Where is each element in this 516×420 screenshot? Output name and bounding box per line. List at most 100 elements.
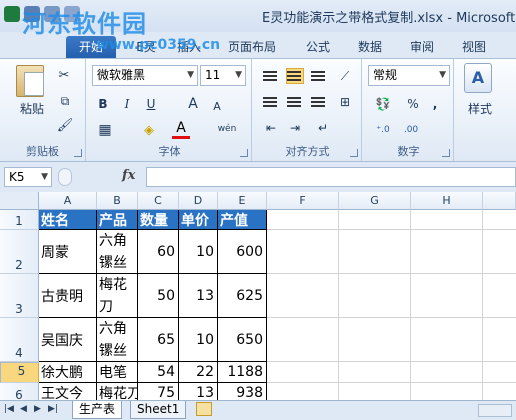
select-all-corner[interactable] [0, 192, 39, 210]
font-launcher-icon[interactable] [240, 149, 248, 157]
currency-icon[interactable]: 💱 [370, 95, 396, 113]
bold-button[interactable]: B [94, 95, 112, 113]
table-cell[interactable]: 22 [179, 362, 218, 383]
row-header-2[interactable]: 2 [0, 230, 39, 274]
italic-button[interactable]: I [118, 95, 136, 113]
tab-view[interactable]: 视图 [454, 36, 494, 58]
row-header-5[interactable]: 5 [0, 362, 39, 383]
table-cell[interactable]: 60 [138, 230, 179, 274]
table-cell[interactable]: 六角镙丝 [97, 318, 138, 362]
table-cell[interactable]: 54 [138, 362, 179, 383]
decrease-decimal-icon[interactable]: .00 [400, 121, 422, 139]
table-cell[interactable]: 13 [179, 274, 218, 318]
table-cell[interactable]: 10 [179, 230, 218, 274]
insert-function-icon[interactable]: fx [122, 168, 135, 183]
format-painter-icon[interactable]: 🖌 [56, 117, 74, 133]
row-header-6[interactable]: 6 [0, 383, 39, 400]
wrap-text-icon[interactable]: ↵ [310, 119, 336, 137]
column-header-a[interactable]: A [39, 192, 97, 210]
table-cell[interactable]: 周蒙 [39, 230, 97, 274]
table-cell[interactable]: 10 [179, 318, 218, 362]
insert-sheet-icon[interactable] [196, 402, 212, 416]
table-cell[interactable]: 古贵明 [39, 274, 97, 318]
table-cell[interactable]: 六角镙丝 [97, 230, 138, 274]
sheet-tab-production[interactable]: 生产表 [72, 401, 123, 419]
last-sheet-icon[interactable]: ▶| [48, 404, 58, 414]
underline-button[interactable]: U [142, 95, 160, 113]
first-sheet-icon[interactable]: |◀ [4, 404, 14, 414]
align-bottom-button[interactable] [308, 67, 330, 85]
align-middle-button[interactable] [284, 67, 306, 85]
align-top-button[interactable] [260, 67, 282, 85]
border-icon[interactable]: ▦ [94, 121, 116, 139]
tab-review[interactable]: 审阅 [402, 36, 442, 58]
column-header-c[interactable]: C [138, 192, 179, 210]
fill-color-icon[interactable]: ◈ [138, 121, 160, 139]
column-header-b[interactable]: B [97, 192, 138, 210]
table-cell[interactable]: 王文今 [39, 383, 97, 400]
alignment-launcher-icon[interactable] [350, 149, 358, 157]
paste-icon[interactable] [16, 65, 44, 97]
table-cell[interactable]: 电笔 [97, 362, 138, 383]
font-size-select[interactable]: 11 ▼ [200, 65, 246, 86]
tab-formulas[interactable]: 公式 [298, 36, 338, 58]
formula-input[interactable] [146, 167, 516, 187]
decrease-indent-icon[interactable]: ⇤ [260, 119, 282, 137]
tab-page-layout[interactable]: 页面布局 [220, 36, 284, 58]
row-header-3[interactable]: 3 [0, 274, 39, 318]
shrink-font-button[interactable]: A [208, 97, 226, 115]
table-header-cell[interactable]: 产品 [97, 210, 138, 230]
table-cell[interactable]: 吴国庆 [39, 318, 97, 362]
increase-decimal-icon[interactable]: ⁺.0 [372, 121, 394, 139]
table-cell[interactable]: 65 [138, 318, 179, 362]
table-cell[interactable]: 650 [218, 318, 267, 362]
column-header-h[interactable]: H [411, 192, 483, 210]
cut-icon[interactable]: ✂ [56, 67, 72, 83]
next-sheet-icon[interactable]: ▶ [34, 404, 41, 414]
align-right-button[interactable] [308, 93, 330, 111]
table-header-cell[interactable]: 姓名 [39, 210, 97, 230]
copy-icon[interactable]: ⧉ [56, 93, 74, 109]
column-header-e[interactable]: E [218, 192, 267, 210]
table-cell[interactable]: 75 [138, 383, 179, 400]
table-header-cell[interactable]: 数量 [138, 210, 179, 230]
table-cell[interactable]: 50 [138, 274, 179, 318]
increase-indent-icon[interactable]: ⇥ [284, 119, 306, 137]
font-color-button[interactable]: A [172, 119, 190, 139]
table-cell[interactable]: 938 [218, 383, 267, 400]
comma-button[interactable]: , [426, 95, 444, 113]
row-header-4[interactable]: 4 [0, 318, 39, 362]
font-name-select[interactable]: 微软雅黑 ▼ [92, 65, 198, 86]
table-cell[interactable]: 13 [179, 383, 218, 400]
styles-icon[interactable]: A [464, 63, 492, 93]
number-format-select[interactable]: 常规 ▼ [368, 65, 450, 86]
tab-data[interactable]: 数据 [350, 36, 390, 58]
column-header-partial[interactable] [483, 192, 516, 210]
prev-sheet-icon[interactable]: ◀ [20, 404, 27, 414]
table-cell[interactable]: 1188 [218, 362, 267, 383]
table-cell[interactable]: 梅花刀 [97, 383, 138, 400]
styles-button[interactable]: 样式 [460, 99, 500, 117]
align-left-button[interactable] [260, 93, 282, 111]
table-cell[interactable]: 梅花刀 [97, 274, 138, 318]
merge-cells-icon[interactable]: ⊞ [334, 93, 356, 111]
align-center-button[interactable] [284, 93, 306, 111]
table-cell[interactable]: 600 [218, 230, 267, 274]
excel-app-icon[interactable] [4, 6, 20, 22]
table-cell[interactable]: 徐大鹏 [39, 362, 97, 383]
column-header-f[interactable]: F [267, 192, 339, 210]
sheet-tab-sheet1[interactable]: Sheet1 [130, 401, 187, 419]
table-header-cell[interactable]: 产值 [218, 210, 267, 230]
worksheet-grid[interactable]: A B C D E F G H 1 2 3 4 5 6 姓名 产品 数量 单价 … [0, 192, 516, 400]
table-cell[interactable]: 625 [218, 274, 267, 318]
percent-button[interactable]: % [404, 95, 422, 113]
formula-bar-divider[interactable] [58, 168, 72, 186]
paste-button[interactable]: 粘贴 [14, 99, 50, 117]
column-header-g[interactable]: G [339, 192, 411, 210]
horizontal-scrollbar[interactable] [478, 404, 512, 417]
row-header-1[interactable]: 1 [0, 210, 39, 230]
clipboard-launcher-icon[interactable] [74, 149, 82, 157]
column-header-d[interactable]: D [179, 192, 218, 210]
orientation-icon[interactable]: ⟋ [334, 67, 356, 85]
grow-font-button[interactable]: A [184, 95, 202, 113]
